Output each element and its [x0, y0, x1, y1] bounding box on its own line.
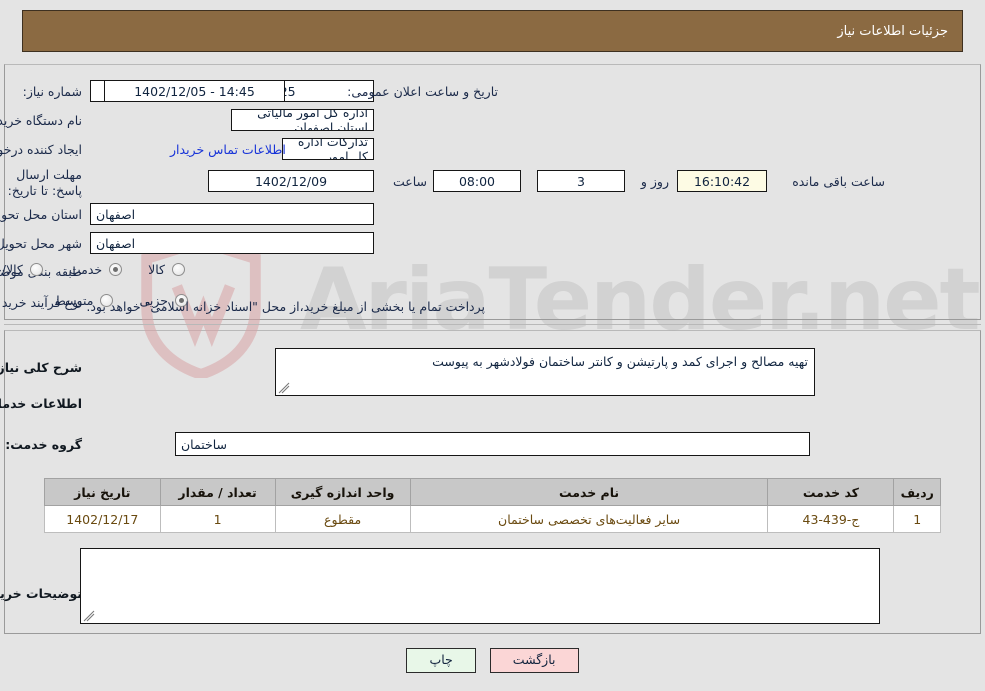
table-cell-need-date: 1402/12/17: [44, 505, 161, 533]
services-section-title: اطلاعات خدمات مورد نیاز: [0, 396, 82, 411]
radio-icon[interactable]: [29, 263, 43, 276]
resize-grip-icon[interactable]: [278, 382, 290, 394]
buyer-comments-label: توضیحات خریدار:: [0, 586, 82, 601]
buyer-org-value: اداره کل امور مالیاتی استان اصفهان: [231, 109, 374, 131]
deadline-countdown-value: 16:10:42: [677, 170, 767, 192]
services-table: ردیف کد خدمت نام خدمت واحد اندازه گیری ت…: [44, 478, 941, 533]
general-description-value: تهیه مصالح و اجرای کمد و پارتیشن و کانتر…: [432, 354, 808, 369]
table-header-cell: تعداد / مقدار: [159, 478, 276, 506]
table-header-cell: واحد اندازه گیری: [274, 478, 411, 506]
radio-icon[interactable]: [109, 263, 123, 276]
radio-option-kala[interactable]: کالا: [148, 262, 185, 277]
radio-option-kala-khedmat[interactable]: کالا/خدمت: [0, 262, 43, 277]
announce-datetime-value: 14:45 - 1402/12/05: [104, 80, 285, 102]
request-creator-label: ایجاد کننده درخواست:: [0, 142, 82, 157]
table-cell-unit: مقطوع: [274, 505, 411, 533]
delivery-city-label: شهر محل تحویل:: [0, 236, 82, 251]
window-title-bar: جزئیات اطلاعات نیاز: [22, 10, 963, 52]
radio-label: کالا: [148, 262, 165, 277]
table-header-cell: نام خدمت: [409, 478, 769, 506]
radio-option-khedmat[interactable]: خدمت: [68, 262, 123, 277]
general-description-label: شرح کلی نیاز:: [0, 360, 82, 375]
treasury-bonds-note: پرداخت تمام یا بخشی از مبلغ خرید،از محل …: [86, 299, 485, 314]
delivery-province-label: استان محل تحویل:: [0, 207, 82, 222]
table-header-cell: ردیف: [893, 478, 941, 506]
deadline-days-value: 3: [537, 170, 625, 192]
resize-grip-icon[interactable]: [83, 610, 95, 622]
table-header-cell: کد خدمت: [767, 478, 895, 506]
page-title: جزئیات اطلاعات نیاز: [837, 23, 948, 39]
buyer-org-label: نام دستگاه خریدار:: [0, 113, 82, 128]
page-root: جزئیات اطلاعات نیاز شماره نیاز: 11020035…: [0, 0, 985, 691]
delivery-province-value: اصفهان: [90, 203, 374, 225]
buyer-contact-link[interactable]: اطلاعات تماس خریدار: [170, 142, 286, 157]
delivery-city-value: اصفهان: [90, 232, 374, 254]
deadline-label: مهلت ارسال پاسخ: تا تاریخ:: [7, 167, 82, 198]
table-header-cell: تاریخ نیاز: [44, 478, 161, 506]
table-cell-service-name: سایر فعالیت‌های تخصصی ساختمان: [409, 505, 769, 533]
buyer-comments-textarea[interactable]: [80, 548, 880, 624]
radio-label: خدمت: [68, 262, 103, 277]
need-summary-panel: [4, 64, 981, 320]
table-cell-row-index: 1: [893, 505, 941, 533]
announce-datetime-label: تاریخ و ساعت اعلان عمومی:: [347, 84, 498, 99]
request-creator-value: محمد شفیق زاده مسئول تدارکات اداره کل ام…: [282, 138, 374, 160]
service-group-label: گروه خدمت:: [5, 437, 82, 452]
radio-icon[interactable]: [172, 263, 185, 276]
deadline-time-value: 08:00: [433, 170, 521, 192]
panel-divider: [4, 324, 981, 325]
radio-label: کالا/خدمت: [0, 262, 23, 277]
deadline-date-value: 1402/12/09: [208, 170, 374, 192]
action-button-row: چاپ بازگشت: [0, 648, 985, 673]
subject-category-radio-group[interactable]: کالا خدمت کالا/خدمت: [0, 262, 185, 277]
need-number-label: شماره نیاز:: [22, 84, 82, 99]
table-cell-service-code: ج-439-43: [767, 505, 895, 533]
deadline-days-label: روز و: [640, 174, 669, 189]
service-group-value: ساختمان: [175, 432, 810, 456]
table-header-row: ردیف کد خدمت نام خدمت واحد اندازه گیری ت…: [44, 478, 941, 506]
print-button[interactable]: چاپ: [406, 648, 476, 673]
deadline-time-label: ساعت: [392, 174, 427, 189]
general-description-textarea[interactable]: تهیه مصالح و اجرای کمد و پارتیشن و کانتر…: [275, 348, 815, 396]
table-row: 1 ج-439-43 سایر فعالیت‌های تخصصی ساختمان…: [44, 505, 941, 533]
deadline-countdown-suffix: ساعت باقی مانده: [792, 174, 885, 189]
table-cell-quantity: 1: [159, 505, 276, 533]
back-button[interactable]: بازگشت: [489, 648, 579, 673]
